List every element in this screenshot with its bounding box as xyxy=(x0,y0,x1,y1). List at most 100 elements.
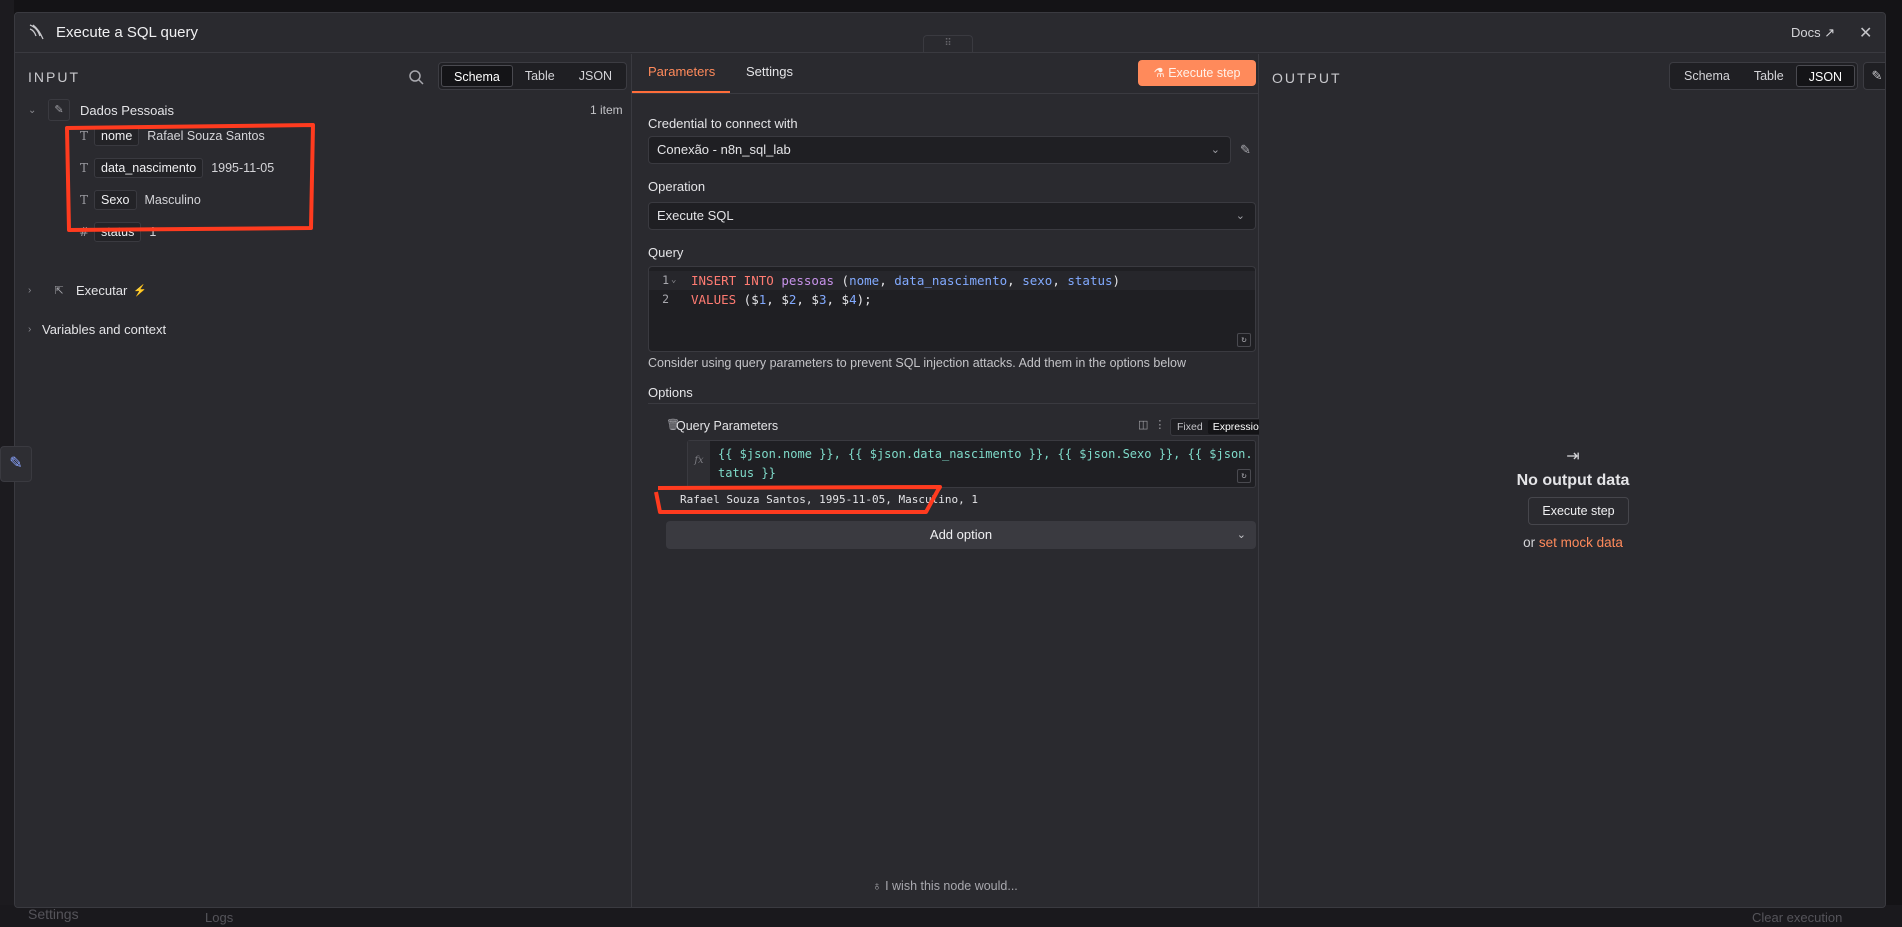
field-value: 1995-11-05 xyxy=(211,161,275,175)
field-key: Sexo xyxy=(94,190,137,210)
settings-label: Settings xyxy=(28,906,79,922)
sidebar-icon[interactable]: ◫ xyxy=(1138,419,1154,431)
field-key: status xyxy=(94,222,142,242)
input-tab-table[interactable]: Table xyxy=(513,65,567,87)
query-label: Query xyxy=(648,245,684,260)
expression-line-2: tatus }} xyxy=(718,466,776,480)
execute-step-button[interactable]: ⚗ Execute step xyxy=(1138,60,1256,86)
credential-label: Credential to connect with xyxy=(648,116,798,131)
input-tab-json[interactable]: JSON xyxy=(567,65,624,87)
text-type-icon: T xyxy=(79,161,88,175)
flask-icon: ⚗ xyxy=(1153,66,1165,80)
query-parameters-label: Query Parameters xyxy=(676,419,779,433)
output-tab-json[interactable]: JSON xyxy=(1795,65,1856,87)
set-mock-data-link[interactable]: set mock data xyxy=(1539,535,1623,550)
executar-label: Executar xyxy=(76,283,128,298)
mock-data-row: or set mock data xyxy=(1259,535,1885,550)
sql-injection-hint: Consider using query parameters to preve… xyxy=(648,356,1187,370)
mode-fixed[interactable]: Fixed xyxy=(1172,420,1208,434)
output-view-switch: Schema Table JSON xyxy=(1669,62,1859,90)
no-output-title: No output data xyxy=(1516,472,1630,489)
edit-output-icon[interactable]: ✎ xyxy=(1863,62,1885,90)
expand-icon[interactable]: ↻ xyxy=(1237,469,1251,483)
input-node-name: Dados Pessoais xyxy=(80,102,174,118)
input-tab-schema[interactable]: Schema xyxy=(441,65,513,87)
or-label: or xyxy=(1523,535,1536,550)
variables-label: Variables and context xyxy=(42,322,167,337)
input-view-switch: Schema Table JSON xyxy=(438,62,628,90)
field-row[interactable]: T data_nascimento 1995-11-05 xyxy=(74,158,274,178)
output-label: OUTPUT xyxy=(1272,70,1342,86)
item-count: 1 item xyxy=(590,103,623,117)
output-arrow-icon: ⇥ xyxy=(1566,448,1580,465)
field-key: data_nascimento xyxy=(94,158,204,178)
field-row[interactable]: # status 1 xyxy=(74,222,156,242)
query-editor[interactable]: 1 ⌄ INSERT INTO pessoas (nome, data_nasc… xyxy=(648,266,1256,352)
field-value: 1 xyxy=(149,225,157,239)
lightbulb-icon: ♁ xyxy=(872,879,882,893)
text-type-icon: T xyxy=(79,129,88,143)
clear-execution-label: Clear execution xyxy=(1752,910,1843,925)
input-label: INPUT xyxy=(28,69,80,85)
operation-select[interactable]: Execute SQL ⌄ xyxy=(648,202,1256,230)
credential-select[interactable]: Conexão - n8n_sql_lab ⌄ xyxy=(648,136,1231,164)
docs-link[interactable]: Docs ↗ xyxy=(1791,25,1835,41)
parameters-panel: Parameters Settings ⚗ Execute step Crede… xyxy=(631,54,1272,907)
chevron-down-icon: ⌄ xyxy=(28,104,37,116)
drag-handle[interactable]: ⠿ xyxy=(923,35,973,53)
executar-node-row[interactable]: › ⇱ Executar ⚡ xyxy=(28,283,147,298)
chevron-right-icon: › xyxy=(28,285,32,296)
operation-value: Execute SQL xyxy=(657,208,734,223)
variables-row[interactable]: › Variables and context xyxy=(28,322,166,337)
search-icon[interactable] xyxy=(408,69,424,85)
external-link-icon: ↗ xyxy=(1824,25,1836,40)
fold-icon: ⌄ xyxy=(671,275,677,285)
expression-editor[interactable]: fx {{ $json.nome }}, {{ $json.data_nasci… xyxy=(687,440,1256,488)
field-key: nome xyxy=(94,126,140,146)
add-option-button[interactable]: Add option ⌄ xyxy=(666,521,1256,549)
expression-result: Rafael Souza Santos, 1995-11-05, Masculi… xyxy=(680,493,979,506)
line-number: 1 xyxy=(662,273,669,287)
text-type-icon: T xyxy=(79,193,88,207)
line-number: 2 xyxy=(662,292,669,306)
feedback-label: I wish this node would... xyxy=(885,879,1018,893)
output-panel: OUTPUT Schema Table JSON ✎ ⇥ No output d… xyxy=(1259,54,1885,907)
cursor-icon: ⇱ xyxy=(54,285,64,297)
more-vertical-icon[interactable]: ⋮ xyxy=(1154,419,1171,431)
expand-icon[interactable]: ↻ xyxy=(1237,333,1251,347)
field-value: Masculino xyxy=(144,193,201,207)
fx-icon: fx xyxy=(688,441,710,487)
tab-parameters[interactable]: Parameters xyxy=(648,64,715,79)
pencil-icon: ✎ xyxy=(48,99,70,121)
output-tab-schema[interactable]: Schema xyxy=(1672,65,1742,87)
edit-credential-icon[interactable]: ✎ xyxy=(1240,142,1251,158)
panel-icons[interactable]: ◫⋮ xyxy=(1138,418,1171,431)
code-line: 1 ⌄ INSERT INTO pessoas (nome, data_nasc… xyxy=(649,271,1255,290)
execute-step-label: Execute step xyxy=(1168,66,1241,80)
chevron-right-icon: › xyxy=(28,324,32,335)
options-divider xyxy=(648,403,1256,404)
input-node-row[interactable]: ⌄ ✎ Dados Pessoais xyxy=(28,99,174,121)
close-icon[interactable]: ✕ xyxy=(1859,23,1872,43)
docs-label: Docs xyxy=(1791,25,1821,40)
output-tab-table[interactable]: Table xyxy=(1742,65,1796,87)
tab-settings[interactable]: Settings xyxy=(746,64,793,79)
field-row[interactable]: T nome Rafael Souza Santos xyxy=(74,126,265,146)
expression-line-1: {{ $json.nome }}, {{ $json.data_nascimen… xyxy=(718,447,1253,461)
code-text: VALUES ($1, $2, $3, $4); xyxy=(691,292,872,307)
code-line: 2 VALUES ($1, $2, $3, $4); xyxy=(649,290,1255,309)
operation-label: Operation xyxy=(648,179,706,194)
credential-value: Conexão - n8n_sql_lab xyxy=(657,142,791,157)
logs-label: Logs xyxy=(205,910,234,925)
feedback-link[interactable]: ♁ I wish this node would... xyxy=(632,879,1258,893)
field-row[interactable]: T Sexo Masculino xyxy=(74,190,201,210)
tabs-divider xyxy=(632,93,1258,94)
node-modal: Execute a SQL query ⠿ Docs ↗ ✕ INPUT Sch… xyxy=(14,12,1886,908)
output-execute-button[interactable]: Execute step xyxy=(1528,497,1629,525)
modal-header: Execute a SQL query ⠿ Docs ↗ ✕ xyxy=(15,13,1885,53)
number-type-icon: # xyxy=(78,225,90,239)
code-text: INSERT INTO pessoas (nome, data_nascimen… xyxy=(691,273,1121,288)
database-icon xyxy=(29,24,44,40)
edit-pencil-icon[interactable]: ✎ xyxy=(0,446,32,482)
chevron-down-icon: ⌄ xyxy=(1236,529,1246,541)
